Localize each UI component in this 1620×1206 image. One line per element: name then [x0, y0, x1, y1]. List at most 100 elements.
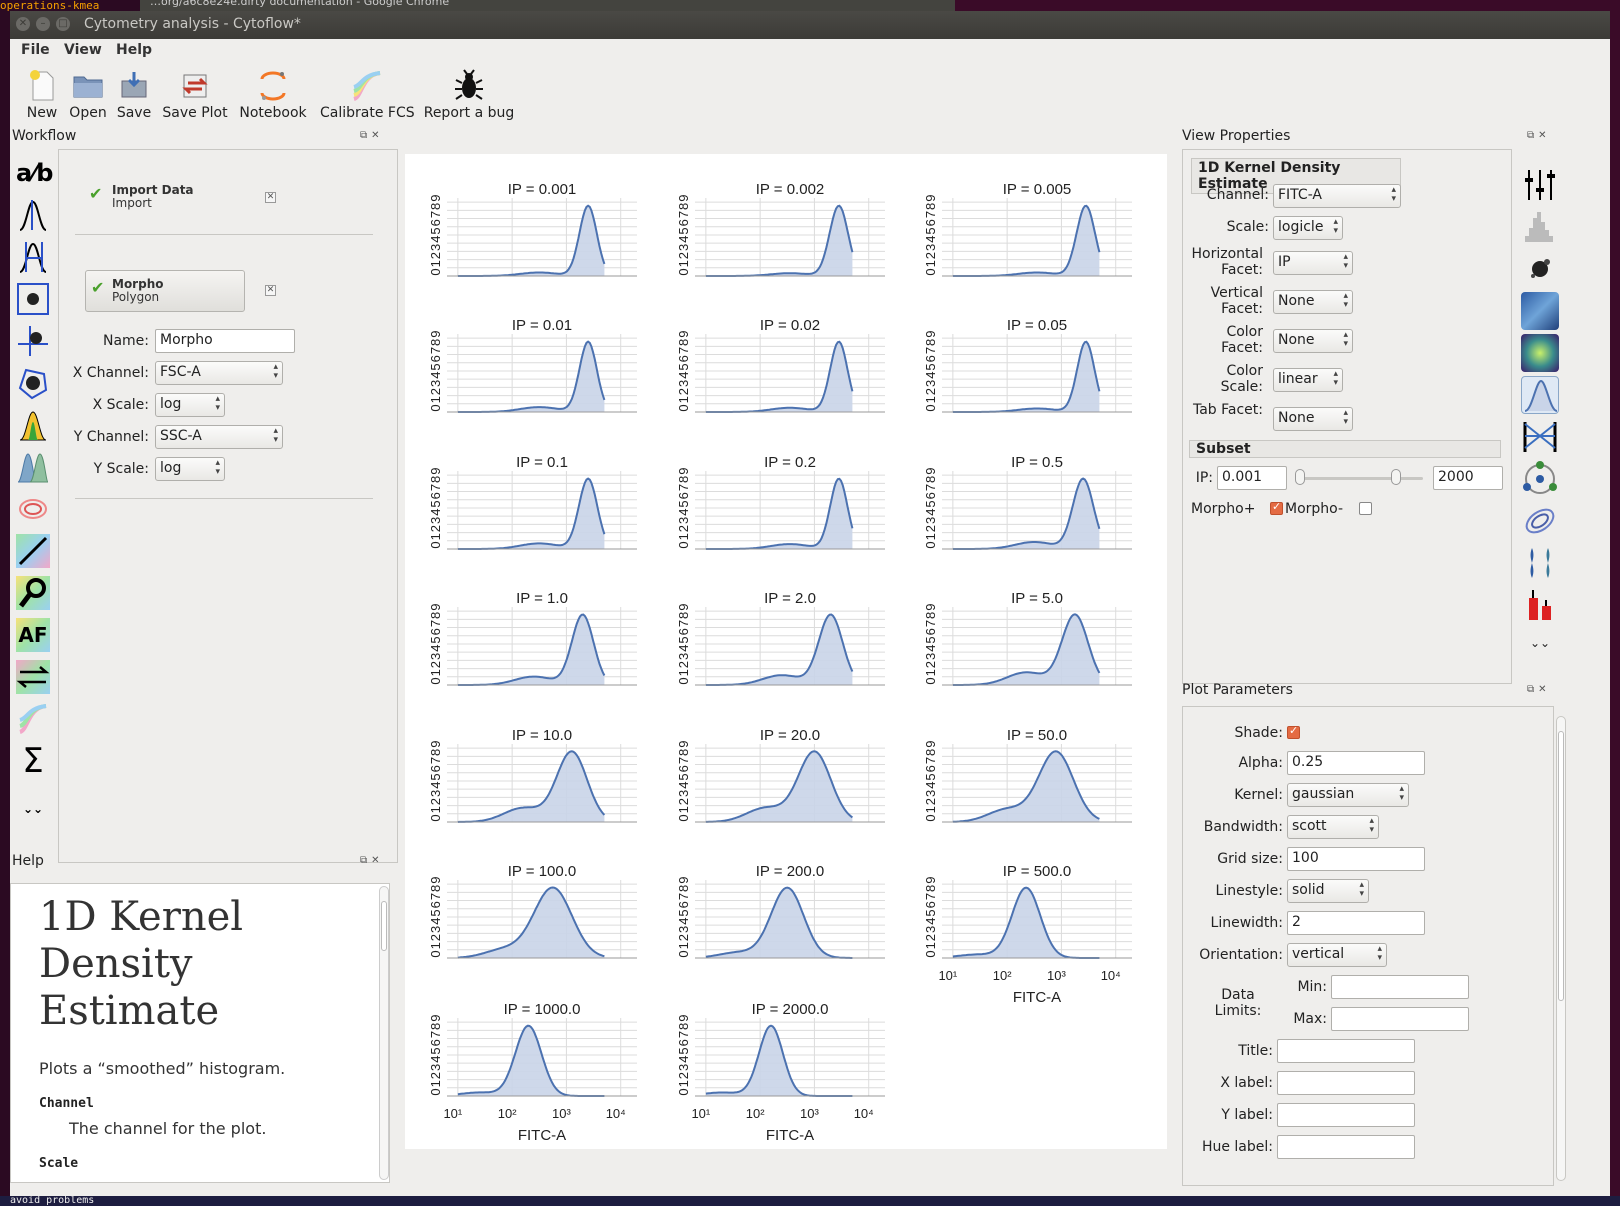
ip-slider-max-handle[interactable]: [1391, 469, 1401, 485]
vertical-facet-select[interactable]: None ▴ ▾: [1273, 290, 1353, 314]
plot-parameters-dock-buttons[interactable]: ⧉✕: [1527, 684, 1551, 695]
calibrate-fcs-button[interactable]: Calibrate FCS: [320, 69, 415, 121]
shade-checkbox[interactable]: [1287, 724, 1300, 739]
x-scale-select[interactable]: log ▴ ▾: [155, 393, 225, 417]
polygon-icon[interactable]: [16, 366, 50, 400]
y-tick-label: 8: [676, 1023, 691, 1030]
orientation-select[interactable]: vertical ▴ ▾: [1287, 943, 1387, 967]
help-scrollbar[interactable]: [379, 886, 389, 1180]
data-min-input[interactable]: [1331, 975, 1469, 999]
remove-import-icon[interactable]: ✕: [265, 192, 276, 203]
plot-parameters-scrollbar[interactable]: [1556, 716, 1566, 1181]
morpho-operation-card[interactable]: [85, 270, 245, 312]
notebook-button[interactable]: Notebook: [238, 69, 308, 121]
help-dock-buttons[interactable]: ⧉✕: [360, 855, 384, 866]
kde-2d-icon[interactable]: [1521, 502, 1559, 540]
density-plot-icon[interactable]: [1521, 292, 1559, 330]
ratio-icon[interactable]: a⁄b: [16, 156, 53, 190]
color-facet-select[interactable]: None ▴ ▾: [1273, 329, 1353, 353]
y-tick-label: 0: [676, 814, 691, 821]
hue-label-input[interactable]: [1277, 1135, 1415, 1159]
y-tick-label: 8: [676, 476, 691, 483]
y-channel-select[interactable]: SSC-A ▴ ▾: [155, 425, 283, 449]
ip-max-input[interactable]: 2000: [1433, 466, 1503, 490]
scale-select[interactable]: logicle ▴ ▾: [1273, 216, 1343, 240]
plot-title-input[interactable]: [1277, 1039, 1415, 1063]
linestyle-select[interactable]: solid ▴ ▾: [1287, 879, 1369, 903]
save-plot-button[interactable]: Save Plot: [160, 69, 230, 121]
threshold-icon[interactable]: [16, 198, 50, 232]
x-label-input[interactable]: [1277, 1071, 1415, 1095]
range2d-icon[interactable]: [16, 492, 50, 526]
scrollbar-thumb[interactable]: [1558, 731, 1564, 1001]
bead-calibration-icon[interactable]: [16, 702, 50, 736]
linewidth-input[interactable]: 2: [1287, 911, 1425, 935]
y-tick-label: 6: [676, 1039, 691, 1046]
y-label-label: Y label:: [1221, 1107, 1273, 1123]
parallel-coords-icon[interactable]: [1521, 418, 1559, 456]
y-tick-label: 3: [923, 790, 938, 797]
bandwidth-select[interactable]: scott ▴ ▾: [1287, 815, 1379, 839]
kernel-select[interactable]: gaussian ▴ ▾: [1287, 783, 1409, 807]
ip-range-slider[interactable]: [1299, 477, 1423, 480]
x-channel-label: X Channel:: [72, 365, 149, 381]
workflow-dock-buttons[interactable]: ⧉✕: [360, 130, 384, 141]
y-tick-label: 8: [923, 612, 938, 619]
name-input[interactable]: Morpho: [155, 329, 295, 353]
grid-size-input[interactable]: 100: [1287, 847, 1425, 871]
close-window-icon[interactable]: ✕: [16, 17, 30, 31]
new-button[interactable]: New: [22, 69, 62, 121]
import-operation-card[interactable]: Import Data Import: [112, 184, 194, 210]
menu-file[interactable]: File: [21, 42, 50, 58]
ratio-line-icon[interactable]: [16, 534, 50, 568]
more-operations-icon[interactable]: ⌄⌄: [16, 792, 50, 826]
data-max-input[interactable]: [1331, 1007, 1469, 1031]
y-tick-label: 2: [923, 252, 938, 259]
morpho-minus-checkbox[interactable]: [1359, 502, 1372, 515]
horizontal-facet-select[interactable]: IP ▴ ▾: [1273, 251, 1353, 275]
sum-icon[interactable]: Σ: [16, 744, 50, 778]
ip-slider-min-handle[interactable]: [1295, 469, 1305, 485]
range-icon[interactable]: [16, 240, 50, 274]
y-scale-select[interactable]: log ▴ ▾: [155, 457, 225, 481]
scale-value: logicle: [1278, 219, 1324, 235]
binning-icon[interactable]: [16, 576, 50, 610]
morpho-plus-checkbox[interactable]: [1270, 500, 1283, 515]
quad-icon[interactable]: [16, 324, 50, 358]
menu-help[interactable]: Help: [116, 42, 152, 58]
y-tick-label: 3: [676, 790, 691, 797]
radviz-icon[interactable]: [1521, 460, 1559, 498]
y-tick-label: 9: [923, 876, 938, 883]
y-tick-label: 4: [428, 782, 443, 789]
report-bug-button[interactable]: Report a bug: [422, 69, 516, 121]
save-button[interactable]: Save: [114, 69, 154, 121]
remove-morpho-icon[interactable]: ✕: [265, 285, 276, 296]
more-views-icon[interactable]: ⌄⌄: [1521, 636, 1559, 674]
gaussian-mixture-icon[interactable]: [16, 450, 50, 484]
bar-chart-icon[interactable]: [1521, 586, 1559, 624]
title-bar[interactable]: ✕ – □ Cytometry analysis - Cytoflow*: [10, 11, 1610, 39]
polygon-gate-icon[interactable]: [16, 282, 50, 316]
channel-select[interactable]: FITC-A ▴ ▾: [1273, 184, 1401, 208]
color-scale-select[interactable]: linear ▴ ▾: [1273, 368, 1343, 392]
x-channel-select[interactable]: FSC-A ▴ ▾: [155, 361, 283, 385]
histogram-icon[interactable]: [1521, 208, 1559, 246]
autofluorescence-icon[interactable]: AF: [16, 618, 50, 652]
open-button[interactable]: Open: [68, 69, 108, 121]
ip-min-input[interactable]: 0.001: [1217, 466, 1287, 490]
y-tick-label: 6: [676, 628, 691, 635]
scatterplot-icon[interactable]: [1521, 250, 1559, 288]
tab-facet-select[interactable]: None ▴ ▾: [1273, 407, 1353, 431]
minimize-window-icon[interactable]: –: [36, 17, 50, 31]
violin-icon[interactable]: [1521, 544, 1559, 582]
2d-histogram-icon[interactable]: [1521, 334, 1559, 372]
kde-1d-icon[interactable]: [1521, 376, 1559, 414]
y-label-input[interactable]: [1277, 1103, 1415, 1127]
density-gate-icon[interactable]: [16, 408, 50, 442]
view-properties-dock-buttons[interactable]: ⧉✕: [1527, 130, 1551, 141]
view-parameters-icon[interactable]: [1521, 166, 1559, 204]
bleedthrough-icon[interactable]: [16, 660, 50, 694]
alpha-input[interactable]: 0.25: [1287, 751, 1425, 775]
menu-view[interactable]: View: [64, 42, 102, 58]
maximize-window-icon[interactable]: □: [56, 17, 70, 31]
